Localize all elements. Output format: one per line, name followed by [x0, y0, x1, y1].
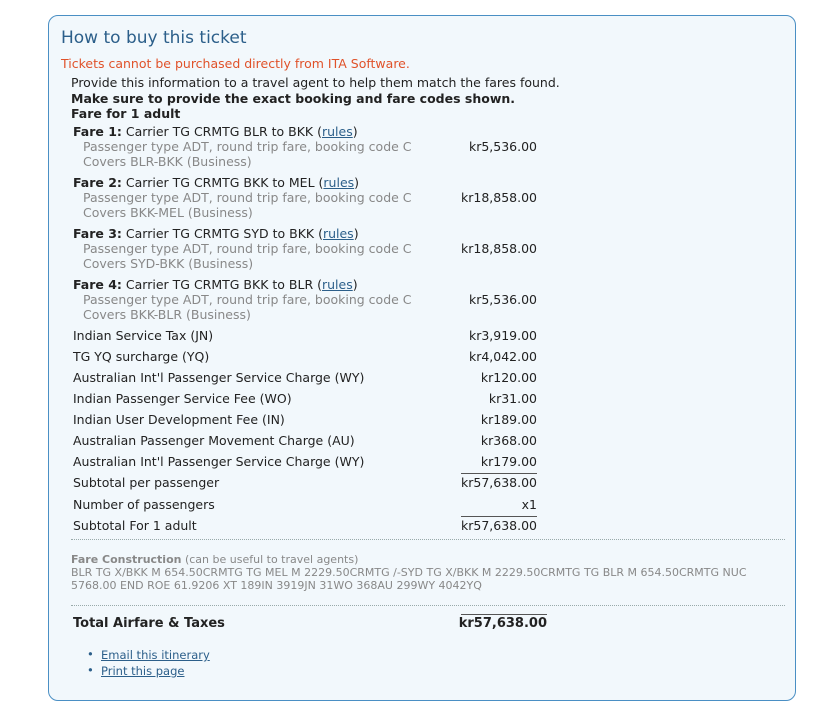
fare-description: Carrier TG CRMTG BLR to BKK: [125, 124, 314, 139]
panel-title: How to buy this ticket: [61, 28, 247, 48]
tax-amount: kr31.00: [488, 391, 537, 406]
fare-construction-heading: Fare Construction: [71, 553, 182, 566]
total-divider: [461, 614, 547, 615]
fare-covers: Covers BKK-BLR (Business): [83, 307, 251, 322]
fare-amount: kr5,536.00: [468, 139, 537, 154]
tax-label: Australian Int'l Passenger Service Charg…: [73, 370, 365, 385]
passenger-count-value: x1: [521, 497, 537, 512]
total-label: Total Airfare & Taxes: [73, 616, 225, 631]
fare-label: Fare 3:: [73, 226, 122, 241]
fare-label: Fare 2:: [73, 175, 122, 190]
tax-label: TG YQ surcharge (YQ): [73, 349, 210, 364]
tax-amount: kr3,919.00: [468, 328, 537, 343]
tax-row: Indian User Development Fee (IN) kr189.0…: [73, 412, 537, 432]
fare-description: Carrier TG CRMTG BKK to MEL: [125, 175, 315, 190]
subtotal-adult-amount: kr57,638.00: [461, 518, 537, 533]
fare-amount: kr18,858.00: [461, 190, 537, 205]
fare-construction-note: (can be useful to travel agents): [184, 553, 359, 566]
tax-label: Australian Passenger Movement Charge (AU…: [73, 433, 355, 448]
tax-row: Indian Service Tax (JN) kr3,919.00: [73, 328, 537, 348]
total-row: Total Airfare & Taxes kr57,638.00: [73, 616, 547, 631]
tax-row: Australian Int'l Passenger Service Charg…: [73, 454, 537, 474]
rules-link[interactable]: rules: [322, 277, 353, 292]
tax-amount: kr189.00: [480, 412, 537, 427]
tax-row: Australian Int'l Passenger Service Charg…: [73, 370, 537, 390]
fare-amount: kr18,858.00: [461, 241, 537, 256]
action-links: Email this itinerary Print this page: [85, 647, 210, 680]
fare-block: Fare 2: Carrier TG CRMTG BKK to MEL (rul…: [73, 175, 537, 220]
total-amount: kr57,638.00: [458, 616, 547, 631]
rules-link[interactable]: rules: [323, 226, 354, 241]
fare-covers: Covers SYD-BKK (Business): [83, 256, 254, 271]
rules-link[interactable]: rules: [323, 175, 354, 190]
fare-block: Fare 3: Carrier TG CRMTG SYD to BKK (rul…: [73, 226, 537, 271]
subtotal-per-passenger-amount: kr57,638.00: [461, 475, 537, 490]
fare-passenger-info: Passenger type ADT, round trip fare, boo…: [83, 190, 412, 205]
tax-amount: kr179.00: [480, 454, 537, 469]
fare-label: Fare 1:: [73, 124, 122, 139]
buy-ticket-panel: How to buy this ticket Tickets cannot be…: [48, 15, 796, 701]
fare-amount: kr5,536.00: [468, 292, 537, 307]
email-itinerary-link[interactable]: Email this itinerary: [101, 648, 210, 662]
rules-link[interactable]: rules: [322, 124, 353, 139]
subtotal-per-passenger-label: Subtotal per passenger: [73, 475, 220, 490]
tax-row: Australian Passenger Movement Charge (AU…: [73, 433, 537, 453]
tax-row: TG YQ surcharge (YQ) kr4,042.00: [73, 349, 537, 369]
divider: [71, 605, 785, 606]
fare-label: Fare 4:: [73, 277, 122, 292]
subtotal-per-passenger-row: Subtotal per passenger kr57,638.00: [73, 475, 537, 495]
tax-amount: kr120.00: [480, 370, 537, 385]
fare-block: Fare 4: Carrier TG CRMTG BKK to BLR (rul…: [73, 277, 537, 322]
divider: [71, 539, 785, 540]
tax-amount: kr4,042.00: [468, 349, 537, 364]
fare-construction-text: BLR TG X/BKK M 654.50CRMTG TG MEL M 2229…: [71, 566, 747, 592]
fare-covers: Covers BLR-BKK (Business): [83, 154, 252, 169]
fare-heading: Fare for 1 adult: [71, 106, 181, 121]
fare-description: Carrier TG CRMTG SYD to BKK: [125, 226, 315, 241]
tax-row: Indian Passenger Service Fee (WO) kr31.0…: [73, 391, 537, 411]
fare-block: Fare 1: Carrier TG CRMTG BLR to BKK (rul…: [73, 124, 537, 169]
intro-instruction: Make sure to provide the exact booking a…: [71, 91, 516, 106]
tax-label: Indian User Development Fee (IN): [73, 412, 285, 427]
passenger-count-row: Number of passengers x1: [73, 497, 537, 517]
subtotal-divider: [461, 473, 537, 474]
tax-label: Indian Service Tax (JN): [73, 328, 214, 343]
subtotal-adult-label: Subtotal For 1 adult: [73, 518, 197, 533]
purchase-warning: Tickets cannot be purchased directly fro…: [61, 56, 410, 71]
passenger-count-label: Number of passengers: [73, 497, 215, 512]
list-item: Email this itinerary: [85, 647, 210, 664]
fare-construction: Fare Construction (can be useful to trav…: [71, 553, 781, 592]
intro-text: Provide this information to a travel age…: [71, 75, 560, 90]
tax-label: Australian Int'l Passenger Service Charg…: [73, 454, 365, 469]
print-page-link[interactable]: Print this page: [101, 664, 184, 678]
fare-description: Carrier TG CRMTG BKK to BLR: [125, 277, 314, 292]
fare-passenger-info: Passenger type ADT, round trip fare, boo…: [83, 139, 412, 154]
tax-label: Indian Passenger Service Fee (WO): [73, 391, 292, 406]
tax-amount: kr368.00: [480, 433, 537, 448]
fare-passenger-info: Passenger type ADT, round trip fare, boo…: [83, 241, 412, 256]
fare-passenger-info: Passenger type ADT, round trip fare, boo…: [83, 292, 412, 307]
subtotal-divider: [461, 516, 537, 517]
subtotal-adult-row: Subtotal For 1 adult kr57,638.00: [73, 518, 537, 538]
list-item: Print this page: [85, 663, 210, 680]
fare-covers: Covers BKK-MEL (Business): [83, 205, 253, 220]
